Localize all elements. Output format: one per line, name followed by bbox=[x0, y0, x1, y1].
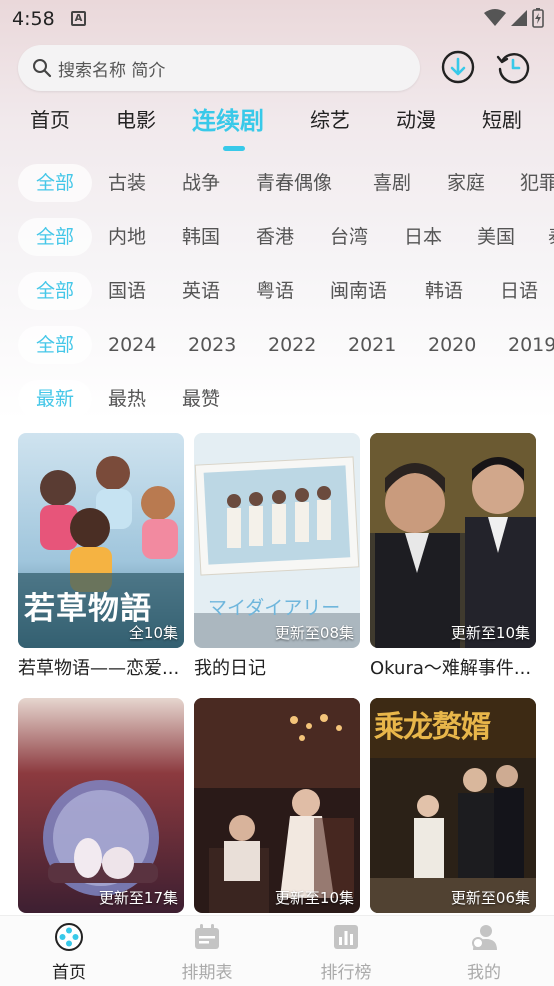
nav-profile[interactable]: 我的 bbox=[449, 922, 519, 983]
sort-chip[interactable]: 最新 bbox=[18, 380, 92, 418]
poster-title-text: マイダイアリー bbox=[208, 597, 341, 619]
poster-image: 乘龙赘婿 更新至06集 bbox=[370, 698, 536, 913]
language-chip[interactable]: 国语 bbox=[108, 272, 146, 310]
year-filter-row: 全部 2024 2023 2022 2021 2020 2019 bbox=[0, 326, 554, 364]
language-chip[interactable]: 全部 bbox=[18, 272, 92, 310]
signal-icon bbox=[511, 10, 527, 26]
tab-movies[interactable]: 电影 bbox=[116, 104, 156, 133]
genre-chip[interactable]: 犯罪 bbox=[520, 164, 554, 202]
tab-series[interactable]: 连续剧 bbox=[192, 101, 264, 136]
genre-chip[interactable]: 喜剧 bbox=[373, 164, 411, 202]
nav-home[interactable]: 首页 bbox=[34, 922, 104, 983]
tab-variety[interactable]: 综艺 bbox=[310, 104, 350, 133]
year-chip[interactable]: 2022 bbox=[268, 326, 316, 364]
download-icon bbox=[441, 50, 475, 84]
genre-chip[interactable]: 全部 bbox=[18, 164, 92, 202]
year-chip[interactable]: 2021 bbox=[348, 326, 396, 364]
tab-home[interactable]: 首页 bbox=[30, 104, 70, 133]
film-reel-icon bbox=[55, 923, 83, 951]
poster-title-text: 乘龙赘婿 bbox=[374, 710, 491, 745]
notification-icon: A bbox=[71, 11, 86, 26]
year-chip[interactable]: 全部 bbox=[18, 326, 92, 364]
language-chip[interactable]: 粤语 bbox=[256, 272, 294, 310]
sort-chip[interactable]: 最赞 bbox=[182, 380, 220, 418]
region-chip[interactable]: 泰 bbox=[548, 218, 554, 256]
search-placeholder: 搜索名称 简介 bbox=[58, 60, 166, 81]
language-chip[interactable]: 日语 bbox=[500, 272, 538, 310]
language-filter-row: 全部 国语 英语 粤语 闽南语 韩语 日语 bbox=[0, 272, 554, 310]
genre-chip[interactable]: 战争 bbox=[182, 164, 220, 202]
tab-indicator bbox=[223, 146, 245, 151]
nav-label: 首页 bbox=[52, 963, 86, 983]
nav-schedule[interactable]: 排期表 bbox=[172, 922, 242, 983]
poster-image: マイダイアリー 更新至08集 bbox=[194, 433, 360, 648]
episode-badge: 更新至06集 bbox=[450, 889, 530, 907]
region-chip[interactable]: 日本 bbox=[404, 218, 442, 256]
download-button[interactable] bbox=[440, 49, 476, 85]
region-chip[interactable]: 台湾 bbox=[330, 218, 368, 256]
nav-label: 我的 bbox=[467, 963, 501, 983]
category-tabs: 首页 电影 连续剧 综艺 动漫 短剧 bbox=[0, 104, 554, 148]
sort-filter-row: 最新 最热 最赞 bbox=[0, 380, 554, 418]
nav-label: 排期表 bbox=[181, 963, 233, 983]
series-card[interactable]: マイダイアリー 更新至08集 我的日记 bbox=[194, 433, 360, 680]
region-chip[interactable]: 美国 bbox=[477, 218, 515, 256]
series-card[interactable]: 乘龙赘婿 更新至06集 bbox=[370, 698, 536, 919]
card-title: 我的日记 bbox=[194, 658, 266, 679]
episode-badge: 更新至10集 bbox=[450, 624, 530, 642]
ranking-icon bbox=[334, 925, 358, 949]
episode-badge: 更新至17集 bbox=[98, 889, 178, 907]
year-chip[interactable]: 2019 bbox=[508, 326, 554, 364]
calendar-icon bbox=[195, 924, 219, 949]
year-chip[interactable]: 2020 bbox=[428, 326, 476, 364]
region-chip[interactable]: 香港 bbox=[256, 218, 294, 256]
genre-filter-row: 全部 古装 战争 青春偶像 喜剧 家庭 犯罪 bbox=[0, 164, 554, 202]
episode-badge: 全10集 bbox=[128, 624, 178, 642]
year-chip[interactable]: 2024 bbox=[108, 326, 156, 364]
region-filter-row: 全部 内地 韩国 香港 台湾 日本 美国 泰 bbox=[0, 218, 554, 256]
bottom-nav: 首页 排期表 排行榜 我的 bbox=[0, 915, 554, 986]
card-title: Okura～难解事件... bbox=[370, 658, 532, 679]
series-card[interactable]: 更新至10集 bbox=[194, 698, 360, 919]
region-chip[interactable]: 韩国 bbox=[182, 218, 220, 256]
language-chip[interactable]: 英语 bbox=[182, 272, 220, 310]
poster-image: 更新至17集 bbox=[18, 698, 184, 913]
nav-ranking[interactable]: 排行榜 bbox=[311, 922, 381, 983]
poster-image: 更新至10集 bbox=[194, 698, 360, 913]
region-chip[interactable]: 全部 bbox=[18, 218, 92, 256]
language-chip[interactable]: 闽南语 bbox=[330, 272, 387, 310]
series-card[interactable]: 更新至17集 bbox=[18, 698, 184, 919]
episode-badge: 更新至10集 bbox=[274, 889, 354, 907]
tab-anime[interactable]: 动漫 bbox=[396, 104, 436, 133]
series-card[interactable]: 更新至10集 Okura～难解事件... bbox=[370, 433, 536, 680]
poster-image: 更新至10集 bbox=[370, 433, 536, 648]
search-icon bbox=[33, 59, 52, 78]
genre-chip[interactable]: 古装 bbox=[108, 164, 146, 202]
region-chip[interactable]: 内地 bbox=[108, 218, 146, 256]
status-bar: 4:58 A bbox=[0, 0, 554, 36]
wifi-icon bbox=[484, 9, 506, 26]
nav-label: 排行榜 bbox=[320, 963, 372, 983]
tab-short-drama[interactable]: 短剧 bbox=[482, 104, 522, 133]
language-chip[interactable]: 韩语 bbox=[425, 272, 463, 310]
genre-chip[interactable]: 家庭 bbox=[447, 164, 485, 202]
profile-icon bbox=[472, 925, 497, 950]
episode-badge: 更新至08集 bbox=[274, 624, 354, 642]
sort-chip[interactable]: 最热 bbox=[108, 380, 146, 418]
history-icon bbox=[496, 53, 530, 84]
card-title: 若草物语——恋爱... bbox=[18, 658, 180, 679]
status-time: 4:58 bbox=[12, 8, 55, 30]
status-icons bbox=[484, 8, 544, 28]
year-chip[interactable]: 2023 bbox=[188, 326, 236, 364]
genre-chip[interactable]: 青春偶像 bbox=[256, 164, 332, 202]
search-bar[interactable]: 搜索名称 简介 bbox=[18, 45, 420, 91]
series-card[interactable]: 若草物語 全10集 若草物语——恋爱... bbox=[18, 433, 184, 680]
history-button[interactable] bbox=[495, 49, 531, 85]
poster-image: 若草物語 全10集 bbox=[18, 433, 184, 648]
battery-icon bbox=[532, 8, 544, 28]
